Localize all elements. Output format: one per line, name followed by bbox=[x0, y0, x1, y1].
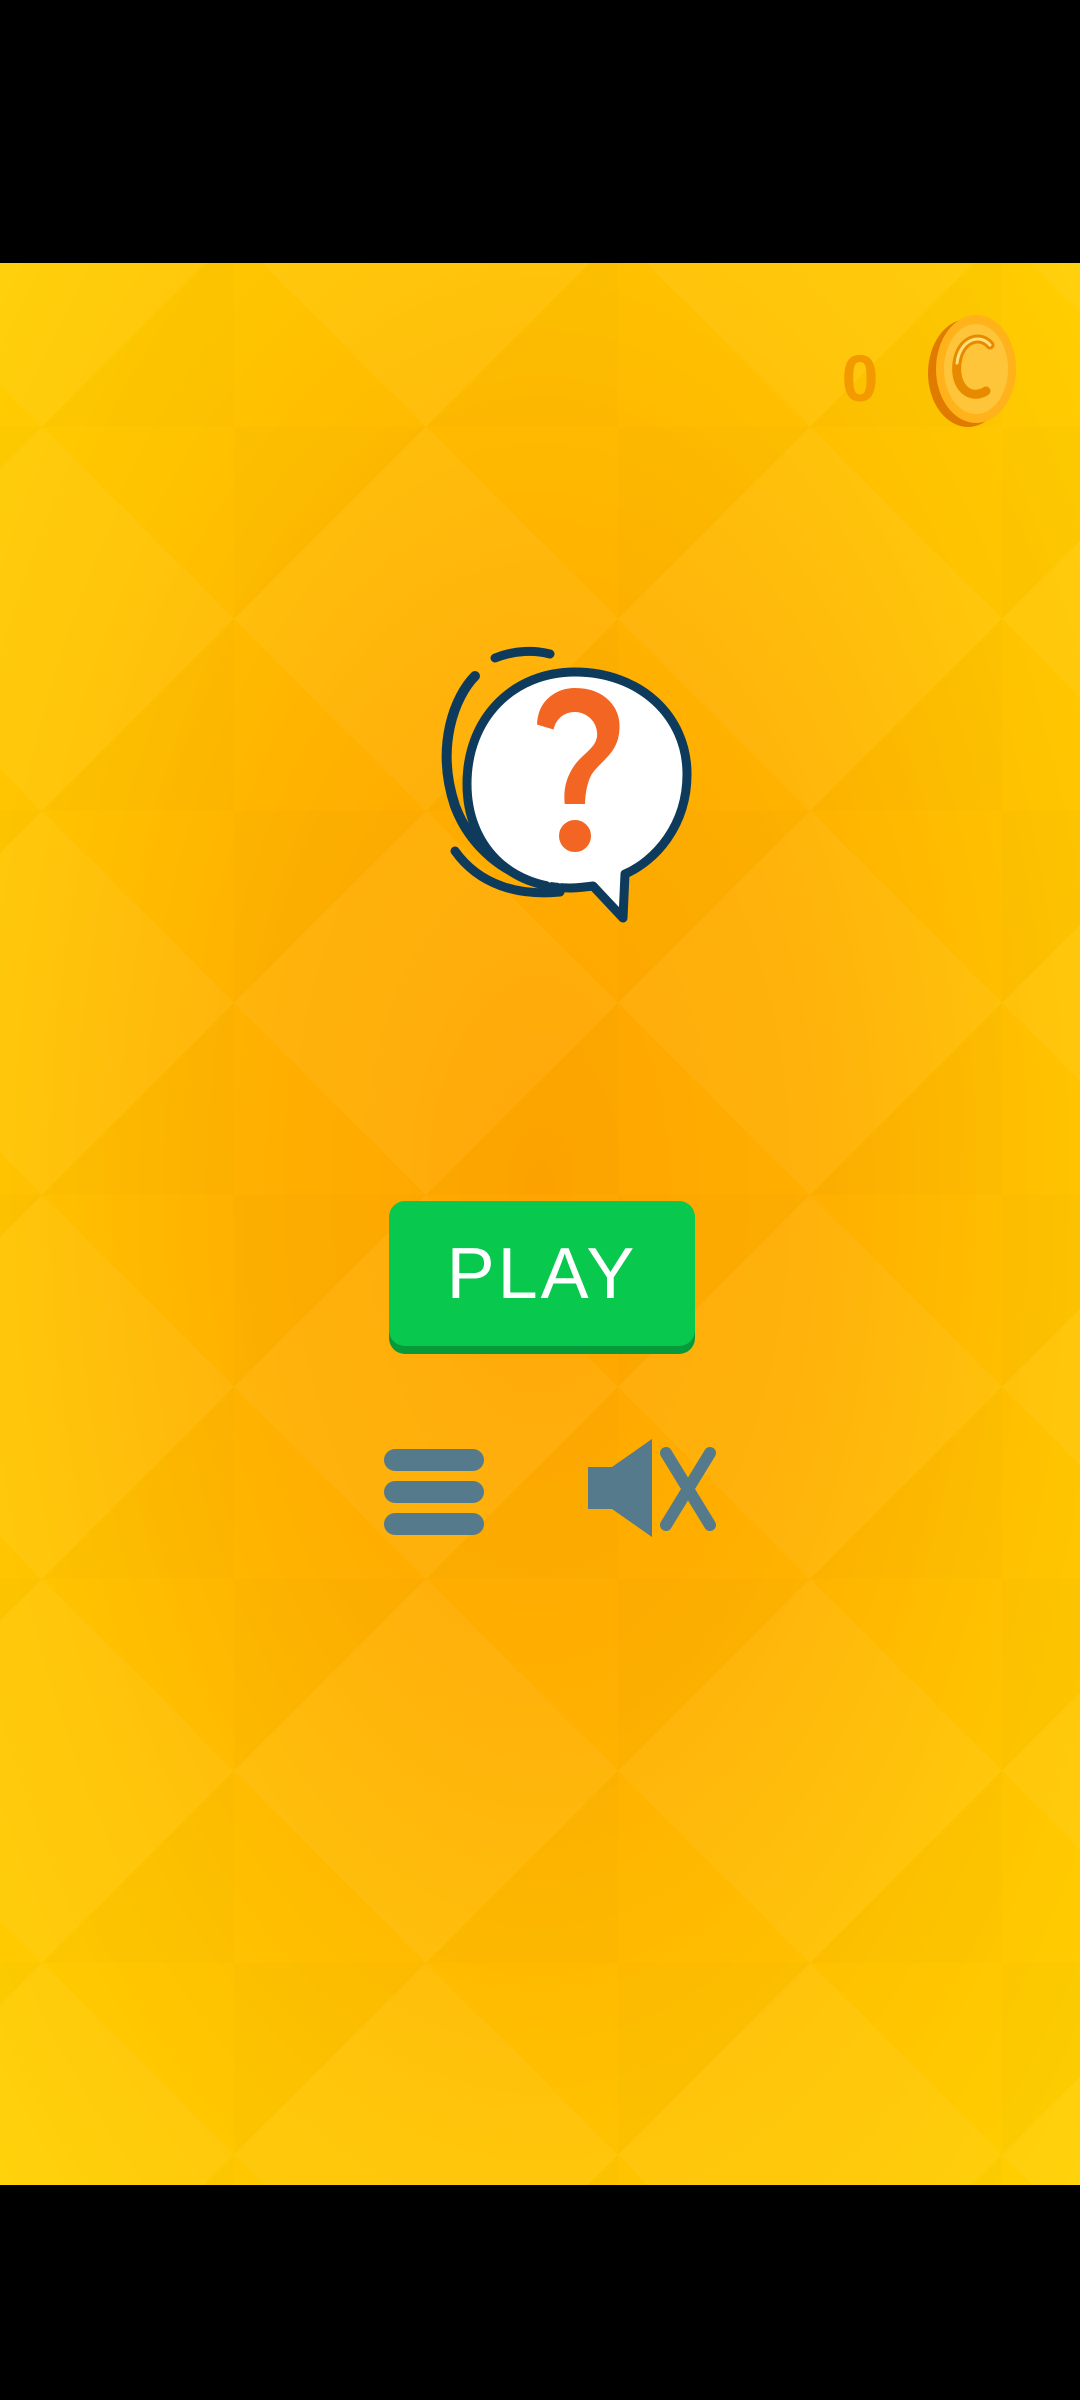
speaker-muted-icon[interactable] bbox=[580, 1433, 720, 1543]
navigation-bar-area bbox=[0, 2185, 1080, 2400]
play-button[interactable]: PLAY bbox=[389, 1201, 695, 1346]
game-screen: 0 PLAY bbox=[0, 0, 1080, 2400]
coin-icon bbox=[928, 315, 1016, 427]
status-bar-area bbox=[0, 0, 1080, 263]
coin-count: 0 bbox=[841, 341, 879, 415]
question-speech-bubble-icon bbox=[441, 646, 692, 923]
play-button-label: PLAY bbox=[446, 1233, 638, 1314]
game-main-area: 0 PLAY bbox=[0, 263, 1080, 2185]
hamburger-menu-icon[interactable] bbox=[380, 1443, 490, 1543]
